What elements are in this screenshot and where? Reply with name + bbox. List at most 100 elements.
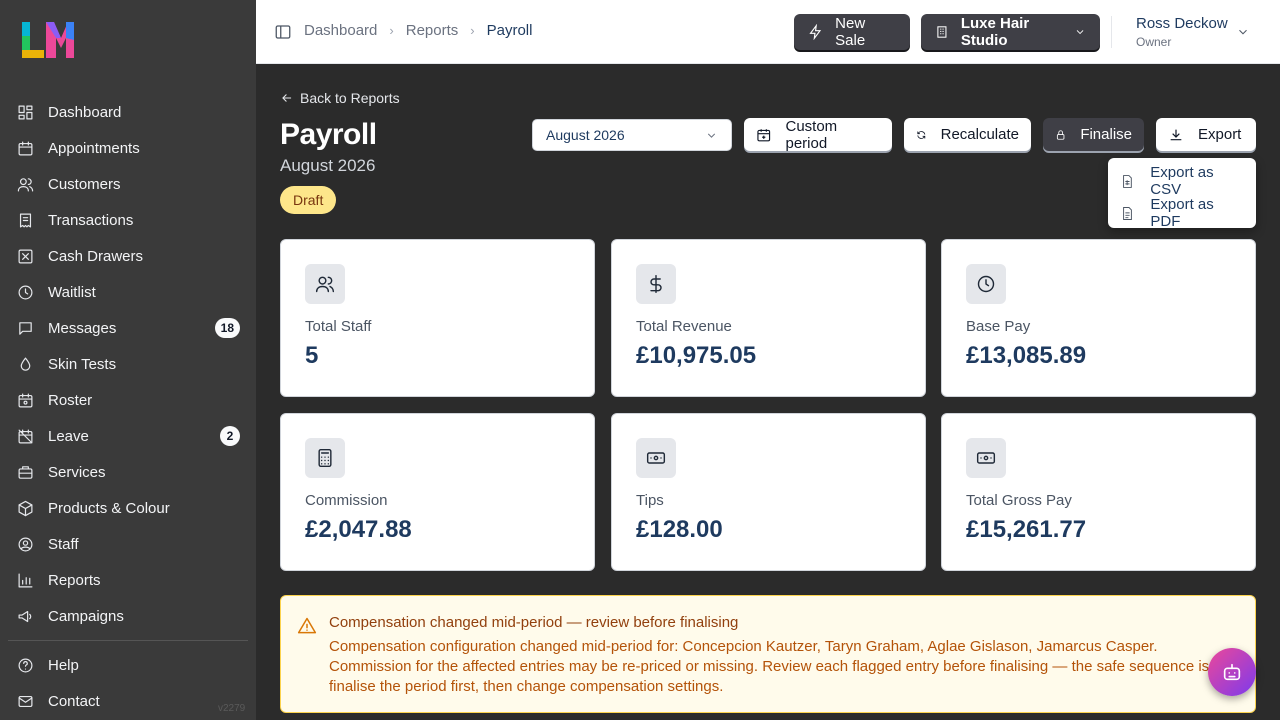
sidebar-item-label: Dashboard	[48, 103, 122, 121]
sidebar-item-transactions[interactable]: Transactions	[8, 202, 248, 238]
breadcrumb-dashboard[interactable]: Dashboard	[304, 22, 377, 39]
sidebar-item-label: Help	[48, 656, 79, 674]
studio-label: Luxe Hair Studio	[960, 15, 1030, 49]
studio-switcher-button[interactable]: Luxe Hair Studio	[921, 14, 1100, 50]
sidebar-item-label: Transactions	[48, 211, 134, 229]
page-title: Payroll	[280, 118, 377, 151]
brand-logo[interactable]	[20, 20, 76, 60]
app-version: v2279	[218, 703, 246, 714]
stat-label: Total Staff	[305, 318, 372, 335]
sidebar-item-campaigns[interactable]: Campaigns	[8, 598, 248, 634]
stat-card-total-staff: Total Staff 5	[280, 239, 595, 397]
period-select-value: August 2026	[546, 127, 625, 143]
sidebar-item-messages[interactable]: Messages 18	[8, 310, 248, 346]
stat-label: Total Revenue	[636, 318, 732, 335]
period-select[interactable]: August 2026	[532, 119, 732, 151]
back-label: Back to Reports	[300, 90, 400, 106]
sidebar-item-roster[interactable]: Roster	[8, 382, 248, 418]
arrow-left-icon	[282, 94, 292, 102]
sidebar-item-customers[interactable]: Customers	[8, 166, 248, 202]
export-csv-item[interactable]: Export as CSV	[1108, 164, 1256, 198]
sidebar-item-services[interactable]: Services	[8, 454, 248, 490]
export-label: Export	[1198, 126, 1242, 143]
leave-count-badge: 2	[220, 426, 240, 446]
recalculate-label: Recalculate	[940, 126, 1019, 143]
stat-label: Base Pay	[966, 318, 1031, 335]
sidebar-item-contact[interactable]: Contact	[8, 683, 248, 719]
sidebar-item-reports[interactable]: Reports	[8, 562, 248, 598]
chevron-down-icon[interactable]	[1236, 25, 1250, 39]
dollar-icon	[636, 264, 676, 304]
clock-icon	[16, 283, 34, 301]
export-pdf-label: Export as PDF	[1150, 196, 1214, 230]
sidebar-item-label: Roster	[48, 391, 93, 409]
cash-drawer-icon	[16, 247, 34, 265]
file-spreadsheet-icon	[1123, 174, 1132, 188]
breadcrumb-current: Payroll	[486, 22, 533, 39]
stat-label: Total Gross Pay	[966, 492, 1072, 509]
sidebar-item-label: Waitlist	[48, 283, 96, 301]
breadcrumb: Dashboard › Reports › Payroll	[304, 22, 532, 39]
sidebar-item-label: Services	[48, 463, 106, 481]
sidebar-item-products-colour[interactable]: Products & Colour	[8, 490, 248, 526]
stat-value: £2,047.88	[305, 516, 412, 543]
export-pdf-item[interactable]: Export as PDF	[1108, 196, 1256, 230]
assistant-bot-button[interactable]	[1208, 648, 1256, 696]
back-to-reports-link[interactable]: Back to Reports	[280, 90, 400, 106]
stat-label: Commission	[305, 492, 388, 509]
warning-triangle-icon	[297, 616, 317, 636]
sidebar-item-label: Products & Colour	[48, 499, 170, 517]
sidebar-item-label: Contact	[48, 692, 100, 710]
messages-count-badge: 18	[214, 318, 240, 338]
sidebar-item-label: Staff	[48, 535, 79, 553]
banknote-icon	[966, 438, 1006, 478]
stat-label: Tips	[636, 492, 664, 509]
file-text-icon	[1123, 206, 1132, 220]
stat-card-base-pay: Base Pay £13,085.89	[941, 239, 1256, 397]
export-button[interactable]: Export	[1156, 118, 1256, 151]
package-icon	[16, 499, 34, 517]
sidebar-item-waitlist[interactable]: Waitlist	[8, 274, 248, 310]
export-menu: Export as CSV Export as PDF	[1108, 158, 1256, 230]
chevron-right-icon: ›	[389, 23, 394, 38]
compensation-warning-alert: Compensation changed mid-period — review…	[280, 595, 1256, 713]
sidebar-item-skin-tests[interactable]: Skin Tests	[8, 346, 248, 382]
finalise-label: Finalise	[1080, 126, 1132, 143]
chevron-right-icon: ›	[470, 23, 475, 38]
sidebar-toggle-icon[interactable]	[274, 23, 292, 41]
roster-icon	[16, 391, 34, 409]
chevron-down-icon	[1076, 30, 1084, 35]
chevron-down-icon	[707, 133, 716, 138]
alert-body: Compensation configuration changed mid-p…	[329, 638, 1226, 695]
recalculate-button[interactable]: Recalculate	[904, 118, 1031, 151]
message-icon	[16, 319, 34, 337]
mail-icon	[16, 692, 34, 710]
finalise-button[interactable]: Finalise	[1043, 118, 1144, 151]
clock-icon	[966, 264, 1006, 304]
custom-period-button[interactable]: Custom period	[744, 118, 892, 152]
sidebar-item-label: Messages	[48, 319, 117, 337]
stat-value: £13,085.89	[966, 342, 1087, 369]
refresh-icon	[917, 130, 926, 139]
sidebar-nav: Dashboard Appointments Customers Transac…	[8, 94, 248, 719]
sidebar-item-staff[interactable]: Staff	[8, 526, 248, 562]
help-icon	[16, 656, 34, 674]
page-subtitle: August 2026	[280, 156, 376, 175]
sidebar-item-appointments[interactable]: Appointments	[8, 130, 248, 166]
sidebar-item-dashboard[interactable]: Dashboard	[8, 94, 248, 130]
breadcrumb-reports[interactable]: Reports	[406, 22, 459, 39]
sidebar-item-cash-drawers[interactable]: Cash Drawers	[8, 238, 248, 274]
calendar-icon	[16, 139, 34, 157]
sidebar-item-help[interactable]: Help	[8, 647, 248, 683]
sidebar-item-leave[interactable]: Leave 2	[8, 418, 248, 454]
bot-icon	[1223, 663, 1241, 681]
user-menu[interactable]: Ross Deckow Owner	[1136, 15, 1228, 49]
droplet-icon	[16, 355, 34, 373]
briefcase-icon	[16, 463, 34, 481]
new-sale-label: New Sale	[835, 15, 866, 49]
export-csv-label: Export as CSV	[1150, 164, 1214, 198]
calendar-plus-icon	[757, 128, 771, 141]
topbar-divider	[1111, 16, 1112, 48]
new-sale-button[interactable]: New Sale	[794, 14, 910, 50]
stat-card-total-revenue: Total Revenue £10,975.05	[611, 239, 926, 397]
